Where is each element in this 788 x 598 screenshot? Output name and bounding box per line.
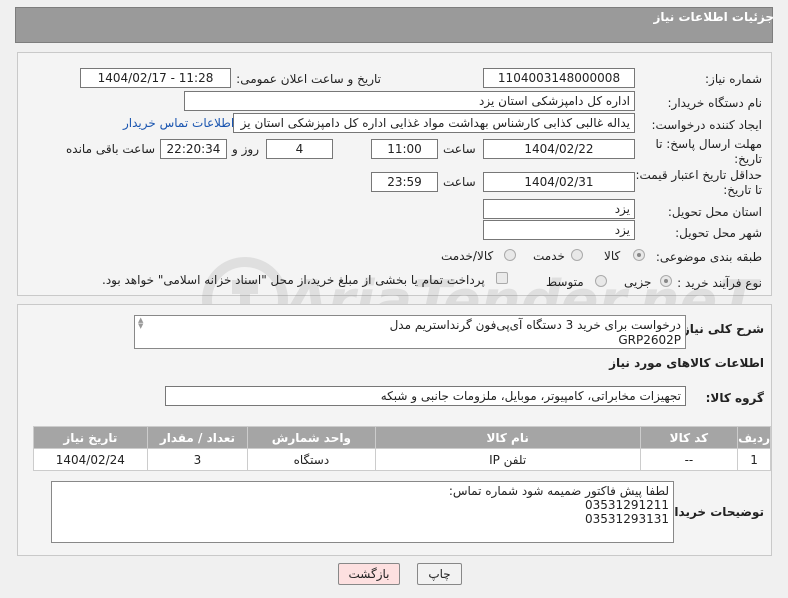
description-line-2: GRP2602P <box>618 333 681 347</box>
price-validity-label-1: حداقل تاریخ اعتبار قیمت: <box>635 168 762 182</box>
buyer-notes-line-1: لطفا پیش فاکتور ضمیمه شود شماره تماس: <box>448 484 669 498</box>
description-label: شرح کلی نیاز: <box>678 322 764 336</box>
requester-label: ایجاد کننده درخواست: <box>651 118 762 132</box>
remaining-time-field: 22:20:34 <box>160 139 227 159</box>
description-textarea[interactable]: درخواست برای خرید 3 دستگاه آی‌پی‌فون گرن… <box>134 315 686 349</box>
category-option-goods: کالا <box>604 249 621 263</box>
price-validity-date: 1404/02/31 <box>483 172 635 192</box>
buyer-contact-link[interactable]: اطلاعات تماس خریدار <box>123 116 234 130</box>
goods-group-label: گروه کالا: <box>705 391 764 405</box>
cell-need-date: 1404/02/24 <box>33 448 148 471</box>
category-radio-service[interactable] <box>571 249 583 261</box>
col-goods-code: کد کالا <box>639 426 739 449</box>
goods-section-title: اطلاعات کالاهای مورد نیاز <box>609 356 764 370</box>
col-need-date: تاریخ نیاز <box>33 426 148 449</box>
delivery-province-field: یزد <box>483 199 635 219</box>
price-validity-time: 23:59 <box>371 172 438 192</box>
need-number-label: شماره نیاز: <box>705 72 762 86</box>
announce-datetime-field: 1404/02/17 - 11:28 <box>80 68 231 88</box>
description-line-1: درخواست برای خرید 3 دستگاه آی‌پی‌فون گرن… <box>389 318 681 332</box>
goods-group-field: تجهیزات مخابراتی، کامپیوتر، موبایل، ملزو… <box>165 386 686 406</box>
reply-deadline-time-label: ساعت <box>443 142 476 156</box>
category-radio-goods[interactable] <box>633 249 645 261</box>
buyer-notes-label: توضیحات خریدار: <box>662 505 764 519</box>
cell-row-number: 1 <box>737 448 771 471</box>
treasury-payment-checkbox[interactable] <box>496 272 508 284</box>
category-label: طبقه بندی موضوعی: <box>655 250 762 264</box>
buyer-notes-textarea[interactable]: لطفا پیش فاکتور ضمیمه شود شماره تماس: 03… <box>51 481 674 543</box>
table-row: 1 -- تلفن IP دستگاه 3 1404/02/24 <box>33 448 771 471</box>
buyer-org-field: اداره کل دامپزشکی استان یزد <box>184 91 635 111</box>
buyer-notes-line-3: 03531293131 <box>585 512 669 526</box>
col-quantity: تعداد / مقدار <box>146 426 249 449</box>
category-option-service: خدمت <box>533 249 565 263</box>
price-validity-label-2: تا تاریخ: <box>723 183 762 197</box>
col-unit: واحد شمارش <box>247 426 376 449</box>
col-goods-name: نام کالا <box>374 426 641 449</box>
col-row-number: ردیف <box>737 426 771 449</box>
requester-field: یداله غالبی کذابی کارشناس بهداشت مواد غذ… <box>233 113 635 133</box>
reply-days-label: روز و <box>232 142 259 156</box>
cell-quantity: 3 <box>146 448 249 471</box>
reply-deadline-label-1: مهلت ارسال پاسخ: تا <box>655 137 762 151</box>
page-title: جزئیات اطلاعات نیاز <box>653 10 774 24</box>
announce-datetime-label: تاریخ و ساعت اعلان عمومی: <box>236 72 381 86</box>
description-scroll-icon[interactable]: ▲ ▼ <box>138 317 148 331</box>
reply-deadline-date: 1404/02/22 <box>483 139 635 159</box>
cell-unit: دستگاه <box>247 448 376 471</box>
goods-table-header: ردیف کد کالا نام کالا واحد شمارش تعداد /… <box>33 426 771 449</box>
process-option-medium: متوسط <box>546 275 584 289</box>
process-radio-minor[interactable] <box>660 275 672 287</box>
category-option-goods-service: کالا/خدمت <box>441 249 494 263</box>
need-number-field: 1104003148000008 <box>483 68 635 88</box>
buyer-notes-line-2: 03531291211 <box>585 498 669 512</box>
price-validity-time-label: ساعت <box>443 175 476 189</box>
back-button[interactable]: بازگشت <box>338 563 400 585</box>
purchase-process-label: نوع فرآیند خرید : <box>677 276 762 290</box>
cell-goods-name: تلفن IP <box>374 448 641 471</box>
remaining-time-label: ساعت باقی مانده <box>66 142 156 156</box>
print-button[interactable]: چاپ <box>417 563 462 585</box>
delivery-city-label: شهر محل تحویل: <box>675 226 762 240</box>
delivery-province-label: استان محل تحویل: <box>667 205 762 219</box>
treasury-payment-note: پرداخت تمام یا بخشی از مبلغ خرید،از محل … <box>102 273 485 287</box>
process-option-minor: جزیی <box>624 275 652 289</box>
category-radio-goods-service[interactable] <box>504 249 516 261</box>
goods-table: ردیف کد کالا نام کالا واحد شمارش تعداد /… <box>33 426 771 471</box>
buyer-org-label: نام دستگاه خریدار: <box>667 96 763 110</box>
reply-days-field: 4 <box>266 139 333 159</box>
reply-deadline-label-2: تاریخ: <box>734 152 762 166</box>
reply-deadline-time: 11:00 <box>371 139 438 159</box>
cell-goods-code: -- <box>639 448 739 471</box>
process-radio-medium[interactable] <box>595 275 607 287</box>
delivery-city-field: یزد <box>483 220 635 240</box>
